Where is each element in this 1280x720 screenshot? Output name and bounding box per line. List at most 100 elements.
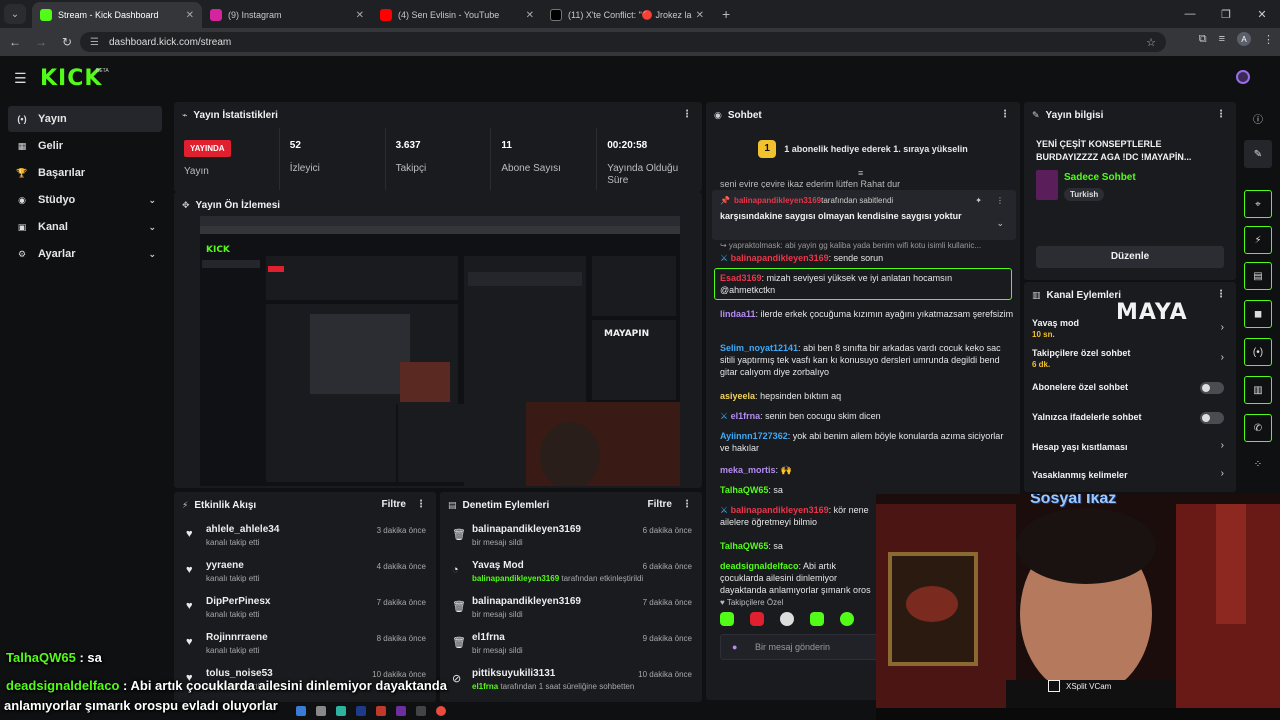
info-icon[interactable]: ⓘ — [1244, 104, 1272, 132]
slow-mode-icon: ◔ — [452, 564, 459, 576]
edit-icon[interactable]: ✎ — [1244, 140, 1272, 168]
hamburger-menu-icon[interactable]: ☰ — [14, 70, 27, 87]
more-options-icon[interactable]: ⋮ — [1216, 289, 1226, 300]
chat-user[interactable]: meka_mortis — [720, 465, 776, 475]
chat-bubble-icon[interactable]: ◼ — [1244, 300, 1272, 328]
chat-user[interactable]: TalhaQW65 — [720, 485, 768, 495]
subscribers-only-toggle[interactable] — [1200, 382, 1224, 394]
emote-icon[interactable] — [810, 612, 824, 626]
more-options-icon[interactable]: ⋮ — [1000, 109, 1010, 120]
chat-user[interactable]: Esad3169 — [720, 273, 762, 283]
tab-kick-dashboard[interactable]: Stream - Kick Dashboard ✕ — [32, 2, 202, 28]
taskbar-app-icon[interactable] — [396, 706, 406, 716]
sidebar-item-gelir[interactable]: ▦ Gelir — [8, 133, 162, 159]
close-tab-icon[interactable]: ✕ — [526, 10, 534, 21]
profile-avatar[interactable]: A — [1237, 32, 1251, 46]
browser-menu-icon[interactable]: ⋮ — [1263, 33, 1274, 46]
gift-banner[interactable]: 1 1 abonelik hediye ederek 1. sıraya yük… — [706, 138, 1020, 160]
back-icon[interactable]: ← — [4, 35, 26, 49]
user-avatar[interactable] — [1236, 70, 1250, 84]
kick-logo[interactable]: KICK — [40, 66, 102, 91]
close-tab-icon[interactable]: ✕ — [186, 10, 194, 21]
focus-icon[interactable]: ⌖ — [1244, 190, 1272, 218]
category-name[interactable]: Sadece Sohbet — [1064, 172, 1136, 183]
expand-pinned-icon[interactable]: ⌄ — [996, 218, 1004, 229]
pinned-message[interactable]: 📌 balinapandikleyen3169 tarafından sabit… — [712, 190, 1016, 240]
sidebar-item-label: Gelir — [38, 140, 64, 152]
stream-preview-video[interactable]: MAYAPIN KICK — [200, 216, 680, 486]
broadcast-icon[interactable]: (•) — [1244, 338, 1272, 366]
taskbar-app-icon[interactable] — [416, 706, 426, 716]
layout-icon[interactable]: ▥ — [1244, 376, 1272, 404]
chat-user[interactable]: balinapandikleyen3169 — [731, 505, 829, 515]
extensions-icon[interactable]: ⧉ — [1199, 33, 1207, 46]
emote-icon[interactable] — [750, 612, 764, 626]
unpin-icon[interactable]: ✦ — [975, 196, 982, 205]
chat-user[interactable]: Ayiinnn1727362 — [720, 431, 788, 441]
tab-instagram[interactable]: (9) Instagram ✕ — [202, 2, 372, 28]
close-window-icon[interactable]: ✕ — [1244, 8, 1280, 21]
chat-user[interactable]: Selim_noyat12141 — [720, 343, 798, 353]
site-info-icon[interactable]: ☰ — [90, 37, 99, 48]
chat-user[interactable]: deadsignaldelfaco — [720, 561, 799, 571]
microphone-icon[interactable]: ● — [732, 642, 737, 652]
filter-button[interactable]: Filtre — [648, 499, 672, 510]
taskbar-app-icon[interactable] — [316, 706, 326, 716]
new-tab-icon[interactable]: + — [722, 6, 730, 22]
sidebar-item-kanal[interactable]: ▣ Kanal ⌄ — [8, 214, 162, 240]
taskbar-app-icon[interactable] — [376, 706, 386, 716]
bookmark-star-icon[interactable]: ☆ — [1146, 36, 1156, 49]
reload-icon[interactable]: ↻ — [56, 35, 78, 49]
sidebar-item-ayarlar[interactable]: ⚙ Ayarlar ⌄ — [8, 241, 162, 267]
close-tab-icon[interactable]: ✕ — [696, 10, 704, 21]
tab-search-button[interactable]: ⌄ — [4, 4, 26, 24]
language-tag[interactable]: Turkish — [1064, 188, 1105, 201]
category-thumbnail[interactable] — [1036, 170, 1058, 200]
pinned-more-icon[interactable]: ⋮ — [996, 196, 1004, 205]
taskbar-app-icon[interactable] — [356, 706, 366, 716]
forward-icon[interactable]: → — [30, 35, 52, 49]
chat-user[interactable]: el1frna — [731, 411, 761, 421]
chat-user[interactable]: TalhaQW65 — [720, 541, 768, 551]
minimize-icon[interactable]: — — [1172, 8, 1208, 20]
more-options-icon[interactable]: ⋮ — [682, 109, 692, 120]
action-subscribers-only[interactable]: Abonelere özel sohbet — [1024, 378, 1236, 402]
more-options-icon[interactable]: ⋮ — [416, 499, 426, 510]
action-slow-mode[interactable]: Yavaş mod 10 sn. › — [1024, 316, 1236, 344]
tab-youtube[interactable]: (4) Sen Evlisin - YouTube ✕ — [372, 2, 542, 28]
media-icon[interactable]: ≡ — [1219, 33, 1225, 45]
sidebar-item-basarilar[interactable]: 🏆 Başarılar — [8, 160, 162, 186]
action-banned-words[interactable]: Yasaklanmış kelimeler › — [1024, 466, 1236, 490]
action-emote-only[interactable]: Yalnızca ifadelerle sohbet — [1024, 408, 1236, 432]
taskbar-app-icon[interactable] — [436, 706, 446, 716]
lightning-icon[interactable]: ⚡ — [1244, 226, 1272, 254]
document-icon[interactable]: ▤ — [1244, 262, 1272, 290]
feed-time: 4 dakika önce — [376, 562, 426, 571]
tab-x[interactable]: (11) X'te Conflict: "🔴 Jrokez la ✕ — [542, 2, 712, 28]
wrench-icon[interactable]: ✆ — [1244, 414, 1272, 442]
more-options-icon[interactable]: ⋮ — [682, 499, 692, 510]
filter-button[interactable]: Filtre — [382, 499, 406, 510]
sidebar-item-studyo[interactable]: ◉ Stüdyo ⌄ — [8, 187, 162, 213]
emote-icon[interactable] — [840, 612, 854, 626]
edit-stream-button[interactable]: Düzenle — [1036, 246, 1224, 268]
action-account-age[interactable]: Hesap yaşı kısıtlaması › — [1024, 438, 1236, 462]
chat-user[interactable]: asiyeela — [720, 391, 755, 401]
address-bar[interactable]: ☰ dashboard.kick.com/stream ☆ — [80, 32, 1166, 52]
taskbar-app-icon[interactable] — [296, 706, 306, 716]
taskbar-app-icon[interactable] — [336, 706, 346, 716]
emote-icon[interactable] — [720, 612, 734, 626]
chat-user[interactable]: lindaa11 — [720, 309, 756, 319]
emote-icon[interactable] — [780, 612, 794, 626]
chat-message-input[interactable]: Bir mesaj gönderin — [720, 634, 900, 660]
chat-user[interactable]: balinapandikleyen3169 — [731, 253, 829, 263]
restore-icon[interactable]: ❐ — [1208, 8, 1244, 21]
action-followers-only[interactable]: Takipçilere özel sohbet 6 dk. › — [1024, 346, 1236, 374]
overlay-chat-text: anlamıyorlar şımarık orospu evladı oluyo… — [4, 698, 278, 713]
more-options-icon[interactable]: ⋮ — [1216, 109, 1226, 120]
panel-header: ✎ Yayın bilgisi ⋮ — [1024, 102, 1236, 128]
widgets-icon[interactable]: ⁘ — [1244, 450, 1272, 478]
close-tab-icon[interactable]: ✕ — [356, 10, 364, 21]
sidebar-item-yayin[interactable]: (•) Yayın — [8, 106, 162, 132]
emote-only-toggle[interactable] — [1200, 412, 1224, 424]
